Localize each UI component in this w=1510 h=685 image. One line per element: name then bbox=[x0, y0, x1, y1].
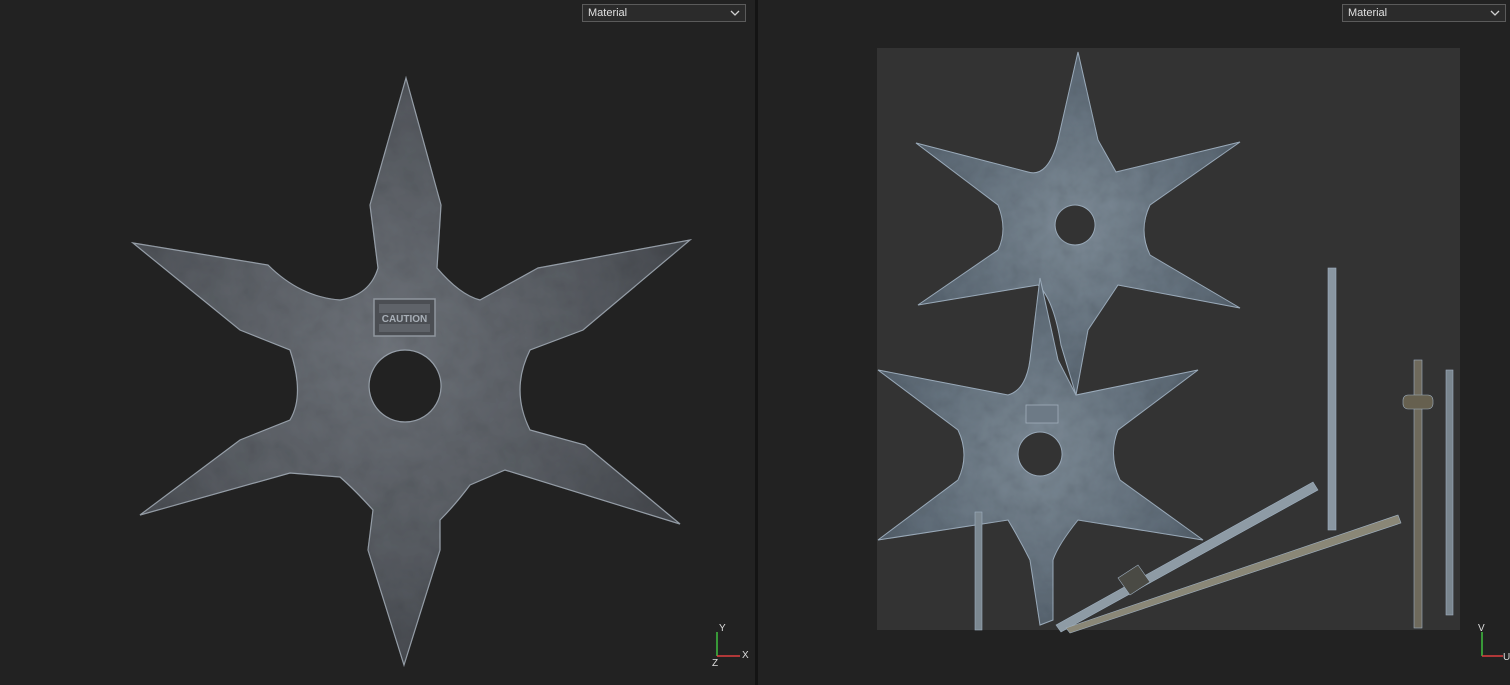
chevron-down-icon bbox=[1490, 10, 1500, 16]
axis-u-label: U bbox=[1503, 652, 1510, 663]
3d-viewport[interactable]: CAUTION Material Y X Z bbox=[0, 0, 755, 685]
uv-island-star-front bbox=[915, 51, 1241, 396]
axis-y-label: Y bbox=[719, 623, 726, 634]
uv-islands bbox=[877, 51, 1454, 634]
uv-axis-gizmo: V U bbox=[1478, 623, 1510, 663]
uv-viewport[interactable]: Material V U bbox=[758, 0, 1510, 685]
axis-gizmo: Y X Z bbox=[712, 623, 749, 666]
mode-select-value: Material bbox=[588, 7, 628, 19]
axis-v-label: V bbox=[1478, 623, 1485, 634]
axis-x-label: X bbox=[742, 650, 749, 661]
caution-plate: CAUTION bbox=[373, 298, 436, 337]
axis-z-label: Z bbox=[712, 658, 718, 666]
texture-editor-window: CAUTION Material Y X Z Material V U bbox=[0, 0, 1510, 685]
uv-island-caution-plate bbox=[1025, 404, 1059, 424]
caution-label: CAUTION bbox=[382, 314, 428, 325]
shuriken-3d-model[interactable]: CAUTION bbox=[0, 0, 755, 685]
uv-mode-select[interactable]: Material bbox=[1342, 4, 1506, 22]
chevron-down-icon bbox=[730, 10, 740, 16]
viewport-mode-select[interactable]: Material bbox=[582, 4, 746, 22]
mode-select-value: Material bbox=[1348, 7, 1388, 19]
